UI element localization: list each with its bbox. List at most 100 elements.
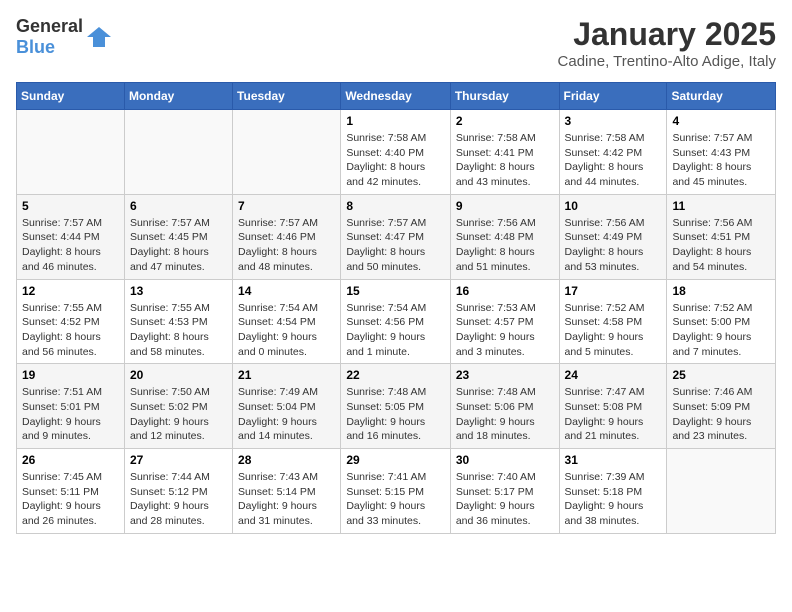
calendar-cell: 16 Sunrise: 7:53 AM Sunset: 4:57 PM Dayli… — [450, 279, 559, 364]
day-info: Sunrise: 7:41 AM Sunset: 5:15 PM Dayligh… — [346, 470, 445, 529]
calendar-cell — [667, 449, 776, 534]
calendar-cell: 9 Sunrise: 7:56 AM Sunset: 4:48 PM Daylig… — [450, 194, 559, 279]
calendar-cell: 18 Sunrise: 7:52 AM Sunset: 5:00 PM Dayli… — [667, 279, 776, 364]
month-title: January 2025 — [558, 16, 776, 53]
calendar-cell: 28 Sunrise: 7:43 AM Sunset: 5:14 PM Dayli… — [233, 449, 341, 534]
column-header-friday: Friday — [559, 83, 667, 110]
day-info: Sunrise: 7:47 AM Sunset: 5:08 PM Dayligh… — [565, 385, 662, 444]
column-header-thursday: Thursday — [450, 83, 559, 110]
calendar-cell: 17 Sunrise: 7:52 AM Sunset: 4:58 PM Dayli… — [559, 279, 667, 364]
calendar-cell: 1 Sunrise: 7:58 AM Sunset: 4:40 PM Daylig… — [341, 110, 451, 195]
column-header-tuesday: Tuesday — [233, 83, 341, 110]
column-header-wednesday: Wednesday — [341, 83, 451, 110]
day-info: Sunrise: 7:54 AM Sunset: 4:54 PM Dayligh… — [238, 301, 335, 360]
day-info: Sunrise: 7:43 AM Sunset: 5:14 PM Dayligh… — [238, 470, 335, 529]
day-number: 27 — [130, 453, 227, 467]
day-info: Sunrise: 7:55 AM Sunset: 4:53 PM Dayligh… — [130, 301, 227, 360]
day-number: 30 — [456, 453, 554, 467]
day-info: Sunrise: 7:51 AM Sunset: 5:01 PM Dayligh… — [22, 385, 119, 444]
day-info: Sunrise: 7:39 AM Sunset: 5:18 PM Dayligh… — [565, 470, 662, 529]
calendar-cell: 12 Sunrise: 7:55 AM Sunset: 4:52 PM Dayli… — [17, 279, 125, 364]
day-info: Sunrise: 7:46 AM Sunset: 5:09 PM Dayligh… — [672, 385, 770, 444]
day-info: Sunrise: 7:52 AM Sunset: 5:00 PM Dayligh… — [672, 301, 770, 360]
day-number: 13 — [130, 284, 227, 298]
calendar-cell: 31 Sunrise: 7:39 AM Sunset: 5:18 PM Dayli… — [559, 449, 667, 534]
day-number: 25 — [672, 368, 770, 382]
calendar-cell: 20 Sunrise: 7:50 AM Sunset: 5:02 PM Dayli… — [124, 364, 232, 449]
day-number: 28 — [238, 453, 335, 467]
calendar-cell: 27 Sunrise: 7:44 AM Sunset: 5:12 PM Dayli… — [124, 449, 232, 534]
calendar-week-row: 19 Sunrise: 7:51 AM Sunset: 5:01 PM Dayli… — [17, 364, 776, 449]
calendar-week-row: 1 Sunrise: 7:58 AM Sunset: 4:40 PM Daylig… — [17, 110, 776, 195]
day-info: Sunrise: 7:57 AM Sunset: 4:47 PM Dayligh… — [346, 216, 445, 275]
day-number: 11 — [672, 199, 770, 213]
day-number: 8 — [346, 199, 445, 213]
day-info: Sunrise: 7:57 AM Sunset: 4:43 PM Dayligh… — [672, 131, 770, 190]
day-number: 21 — [238, 368, 335, 382]
day-info: Sunrise: 7:57 AM Sunset: 4:45 PM Dayligh… — [130, 216, 227, 275]
day-number: 6 — [130, 199, 227, 213]
day-number: 10 — [565, 199, 662, 213]
calendar-cell: 30 Sunrise: 7:40 AM Sunset: 5:17 PM Dayli… — [450, 449, 559, 534]
day-number: 17 — [565, 284, 662, 298]
calendar-cell: 22Sunrise: 7:48 AM Sunset: 5:05 PM Dayli… — [341, 364, 451, 449]
day-number: 7 — [238, 199, 335, 213]
calendar-cell: 11 Sunrise: 7:56 AM Sunset: 4:51 PM Dayli… — [667, 194, 776, 279]
day-number: 22 — [346, 368, 445, 382]
calendar-week-row: 5 Sunrise: 7:57 AM Sunset: 4:44 PM Daylig… — [17, 194, 776, 279]
calendar-cell: 25 Sunrise: 7:46 AM Sunset: 5:09 PM Dayli… — [667, 364, 776, 449]
page-header: General Blue January 2025 Cadine, Trenti… — [16, 16, 776, 70]
day-info: Sunrise: 7:44 AM Sunset: 5:12 PM Dayligh… — [130, 470, 227, 529]
calendar-cell: 2 Sunrise: 7:58 AM Sunset: 4:41 PM Daylig… — [450, 110, 559, 195]
calendar-cell: 29 Sunrise: 7:41 AM Sunset: 5:15 PM Dayli… — [341, 449, 451, 534]
calendar-cell: 24 Sunrise: 7:47 AM Sunset: 5:08 PM Dayli… — [559, 364, 667, 449]
day-info: Sunrise: 7:40 AM Sunset: 5:17 PM Dayligh… — [456, 470, 554, 529]
day-info: Sunrise: 7:49 AM Sunset: 5:04 PM Dayligh… — [238, 385, 335, 444]
day-number: 9 — [456, 199, 554, 213]
day-info: Sunrise: 7:58 AM Sunset: 4:40 PM Dayligh… — [346, 131, 445, 190]
day-number: 1 — [346, 114, 445, 128]
day-info: Sunrise: 7:56 AM Sunset: 4:49 PM Dayligh… — [565, 216, 662, 275]
calendar-cell: 6 Sunrise: 7:57 AM Sunset: 4:45 PM Daylig… — [124, 194, 232, 279]
calendar-cell — [17, 110, 125, 195]
calendar-cell — [124, 110, 232, 195]
day-info: Sunrise: 7:58 AM Sunset: 4:41 PM Dayligh… — [456, 131, 554, 190]
calendar-cell: 15 Sunrise: 7:54 AM Sunset: 4:56 PM Dayli… — [341, 279, 451, 364]
logo-general: General — [16, 16, 83, 36]
day-number: 3 — [565, 114, 662, 128]
calendar-cell: 23Sunrise: 7:48 AM Sunset: 5:06 PM Dayli… — [450, 364, 559, 449]
title-block: January 2025 Cadine, Trentino-Alto Adige… — [558, 16, 776, 70]
day-info: Sunrise: 7:56 AM Sunset: 4:51 PM Dayligh… — [672, 216, 770, 275]
day-number: 16 — [456, 284, 554, 298]
calendar-cell: 21 Sunrise: 7:49 AM Sunset: 5:04 PM Dayli… — [233, 364, 341, 449]
calendar-cell — [233, 110, 341, 195]
day-number: 24 — [565, 368, 662, 382]
column-header-saturday: Saturday — [667, 83, 776, 110]
logo-icon — [85, 23, 113, 51]
calendar-cell: 5 Sunrise: 7:57 AM Sunset: 4:44 PM Daylig… — [17, 194, 125, 279]
calendar-cell: 7Sunrise: 7:57 AM Sunset: 4:46 PM Daylig… — [233, 194, 341, 279]
column-header-sunday: Sunday — [17, 83, 125, 110]
day-number: 29 — [346, 453, 445, 467]
day-number: 31 — [565, 453, 662, 467]
calendar-cell: 4Sunrise: 7:57 AM Sunset: 4:43 PM Daylig… — [667, 110, 776, 195]
day-info: Sunrise: 7:48 AM Sunset: 5:06 PM Dayligh… — [456, 385, 554, 444]
day-number: 5 — [22, 199, 119, 213]
day-number: 12 — [22, 284, 119, 298]
logo-blue: Blue — [16, 37, 55, 57]
day-info: Sunrise: 7:50 AM Sunset: 5:02 PM Dayligh… — [130, 385, 227, 444]
day-number: 2 — [456, 114, 554, 128]
day-number: 26 — [22, 453, 119, 467]
day-info: Sunrise: 7:52 AM Sunset: 4:58 PM Dayligh… — [565, 301, 662, 360]
calendar-cell: 10 Sunrise: 7:56 AM Sunset: 4:49 PM Dayli… — [559, 194, 667, 279]
day-number: 15 — [346, 284, 445, 298]
day-number: 20 — [130, 368, 227, 382]
day-number: 18 — [672, 284, 770, 298]
day-info: Sunrise: 7:55 AM Sunset: 4:52 PM Dayligh… — [22, 301, 119, 360]
calendar-header-row: SundayMondayTuesdayWednesdayThursdayFrid… — [17, 83, 776, 110]
day-info: Sunrise: 7:56 AM Sunset: 4:48 PM Dayligh… — [456, 216, 554, 275]
day-info: Sunrise: 7:57 AM Sunset: 4:44 PM Dayligh… — [22, 216, 119, 275]
day-number: 19 — [22, 368, 119, 382]
day-info: Sunrise: 7:54 AM Sunset: 4:56 PM Dayligh… — [346, 301, 445, 360]
day-info: Sunrise: 7:53 AM Sunset: 4:57 PM Dayligh… — [456, 301, 554, 360]
